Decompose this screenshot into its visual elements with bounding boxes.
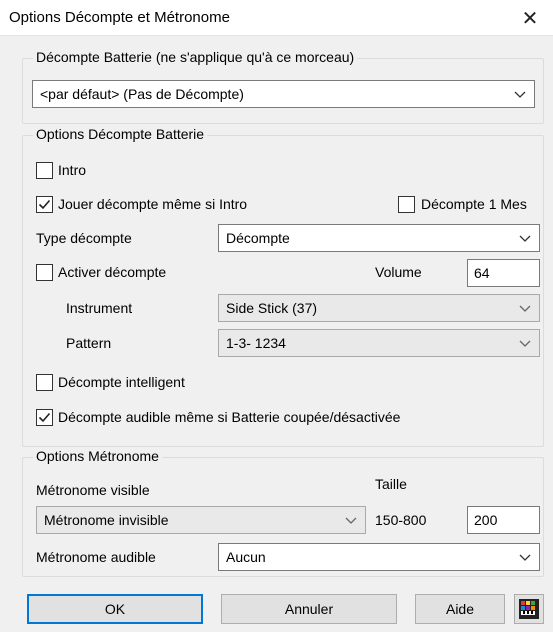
app-logo-icon [519,599,539,619]
metronome-audible-value: Aucun [226,549,266,565]
volume-label: Volume [375,264,422,280]
chevron-down-icon [519,235,531,242]
dialog-client: Décompte Batterie (ne s'applique qu'à ce… [0,36,553,632]
countin-one-bar-checkbox[interactable] [398,196,415,213]
smart-countin-label[interactable]: Décompte intelligent [58,374,185,390]
metronome-audible-select[interactable]: Aucun [218,543,540,571]
countin-type-label: Type décompte [36,230,132,246]
audible-countin-checkbox[interactable] [36,409,53,426]
countin-preset-select[interactable]: <par défaut> (Pas de Décompte) [32,80,535,108]
countin-type-select[interactable]: Décompte [218,224,540,252]
chevron-down-icon [519,340,531,347]
chevron-down-icon [519,554,531,561]
smart-countin-checkbox[interactable] [36,374,53,391]
instrument-label: Instrument [66,300,133,316]
volume-input[interactable]: 64 [467,259,540,287]
cancel-button[interactable]: Annuler [221,594,397,624]
metronome-size-label: Taille [375,476,407,492]
metronome-visible-value: Métronome invisible [44,512,169,528]
pattern-select[interactable]: 1-3- 1234 [218,329,540,357]
countin-group: Décompte Batterie (ne s'applique qu'à ce… [22,49,544,124]
pattern-value: 1-3- 1234 [226,335,286,351]
countin-preset-value: <par défaut> (Pas de Décompte) [40,86,244,102]
check-icon [38,412,51,423]
metronome-title: Options Métronome [33,448,162,464]
enable-countin-label[interactable]: Activer décompte [58,264,166,280]
instrument-select[interactable]: Side Stick (37) [218,294,540,322]
title-bar: Options Décompte et Métronome ✕ [0,0,553,36]
countin-one-bar-label[interactable]: Décompte 1 Mes [421,196,527,212]
drum-options-title: Options Décompte Batterie [33,126,208,142]
help-button[interactable]: Aide [415,594,505,624]
app-color-icon[interactable] [514,594,544,624]
metronome-audible-label: Métronome audible [36,549,156,565]
chevron-down-icon [345,517,357,524]
intro-checkbox[interactable] [36,162,53,179]
pattern-label: Pattern [66,335,112,351]
chevron-down-icon [514,91,526,98]
chevron-down-icon [519,305,531,312]
countin-type-value: Décompte [226,230,290,246]
instrument-value: Side Stick (37) [226,300,318,316]
audible-countin-label[interactable]: Décompte audible même si Batterie coupée… [58,409,400,425]
metronome-size-input[interactable]: 200 [467,506,540,534]
window-title: Options Décompte et Métronome [9,9,230,26]
close-icon[interactable]: ✕ [507,0,553,36]
play-countin-label[interactable]: Jouer décompte même si Intro [58,196,247,212]
ok-button[interactable]: OK [27,594,203,624]
check-icon [38,199,51,210]
metronome-size-range: 150-800 [375,512,427,528]
metronome-visible-select[interactable]: Métronome invisible [36,506,366,534]
intro-label[interactable]: Intro [58,162,86,178]
countin-group-title: Décompte Batterie (ne s'applique qu'à ce… [33,49,358,65]
enable-countin-checkbox[interactable] [36,264,53,281]
drum-options-group: Options Décompte Batterie [22,126,544,447]
play-countin-checkbox[interactable] [36,196,53,213]
metronome-visible-label: Métronome visible [36,482,150,498]
